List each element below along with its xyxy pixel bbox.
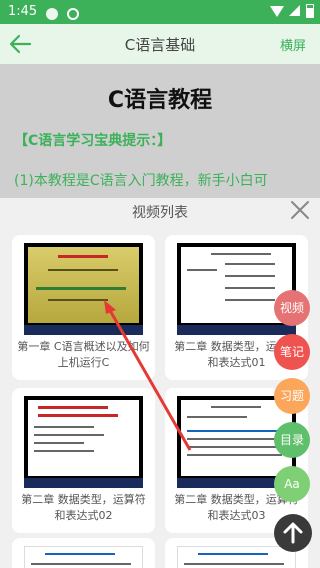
video-thumbnail [24,546,143,568]
video-thumbnail [24,243,143,335]
article-content: C语言教程 【C语言学习宝典提示：】 (1)本教程是C语言入门教程，新手小白可 [0,64,320,198]
video-card[interactable]: 第一章 C语言概述以及如何上机运行C [12,235,155,380]
video-thumbnail [24,396,143,488]
sheet-header: 视频列表 [0,198,320,226]
video-fab[interactable]: 视频 [274,290,310,326]
battery-icon [306,4,314,18]
page-title: C语言基础 [124,36,196,54]
notes-fab[interactable]: 笔记 [274,334,310,370]
article-title: C语言教程 [107,88,213,113]
signal-icon [289,5,300,16]
app-bar: C语言基础 横屏 [0,24,320,64]
status-bar: 1:45 [0,0,320,24]
wifi-icon [270,6,284,17]
landscape-button[interactable]: 横屏 [280,35,306,54]
scroll-top-button[interactable] [274,514,312,552]
sync-icon [67,8,80,20]
video-title: 第二章 数据类型，运算符和表达式02 [21,493,146,522]
article-heading: 【C语言学习宝典提示：】 [14,133,172,149]
video-thumbnail [177,243,296,335]
close-icon[interactable] [288,198,312,222]
video-list-sheet: 视频列表 第一章 C语言概述以及如何上机运行C 第二章 数据类型，运算符和表达式… [0,198,320,568]
arrow-up-icon [283,522,303,544]
exercise-fab[interactable]: 习题 [274,378,310,414]
app-notification-icon [46,8,58,20]
notification-icons [46,5,83,24]
font-size-fab[interactable]: Aa [274,466,310,502]
video-card[interactable]: 第二章 数据类型，运算符和表达式02 [12,388,155,533]
toc-fab[interactable]: 目录 [274,422,310,458]
video-card[interactable] [12,538,155,568]
article-paragraph: (1)本教程是C语言入门教程，新手小白可 [14,173,268,189]
sheet-title: 视频列表 [132,205,188,221]
video-title: 第一章 C语言概述以及如何上机运行C [17,340,150,369]
status-time: 1:45 [8,4,38,19]
